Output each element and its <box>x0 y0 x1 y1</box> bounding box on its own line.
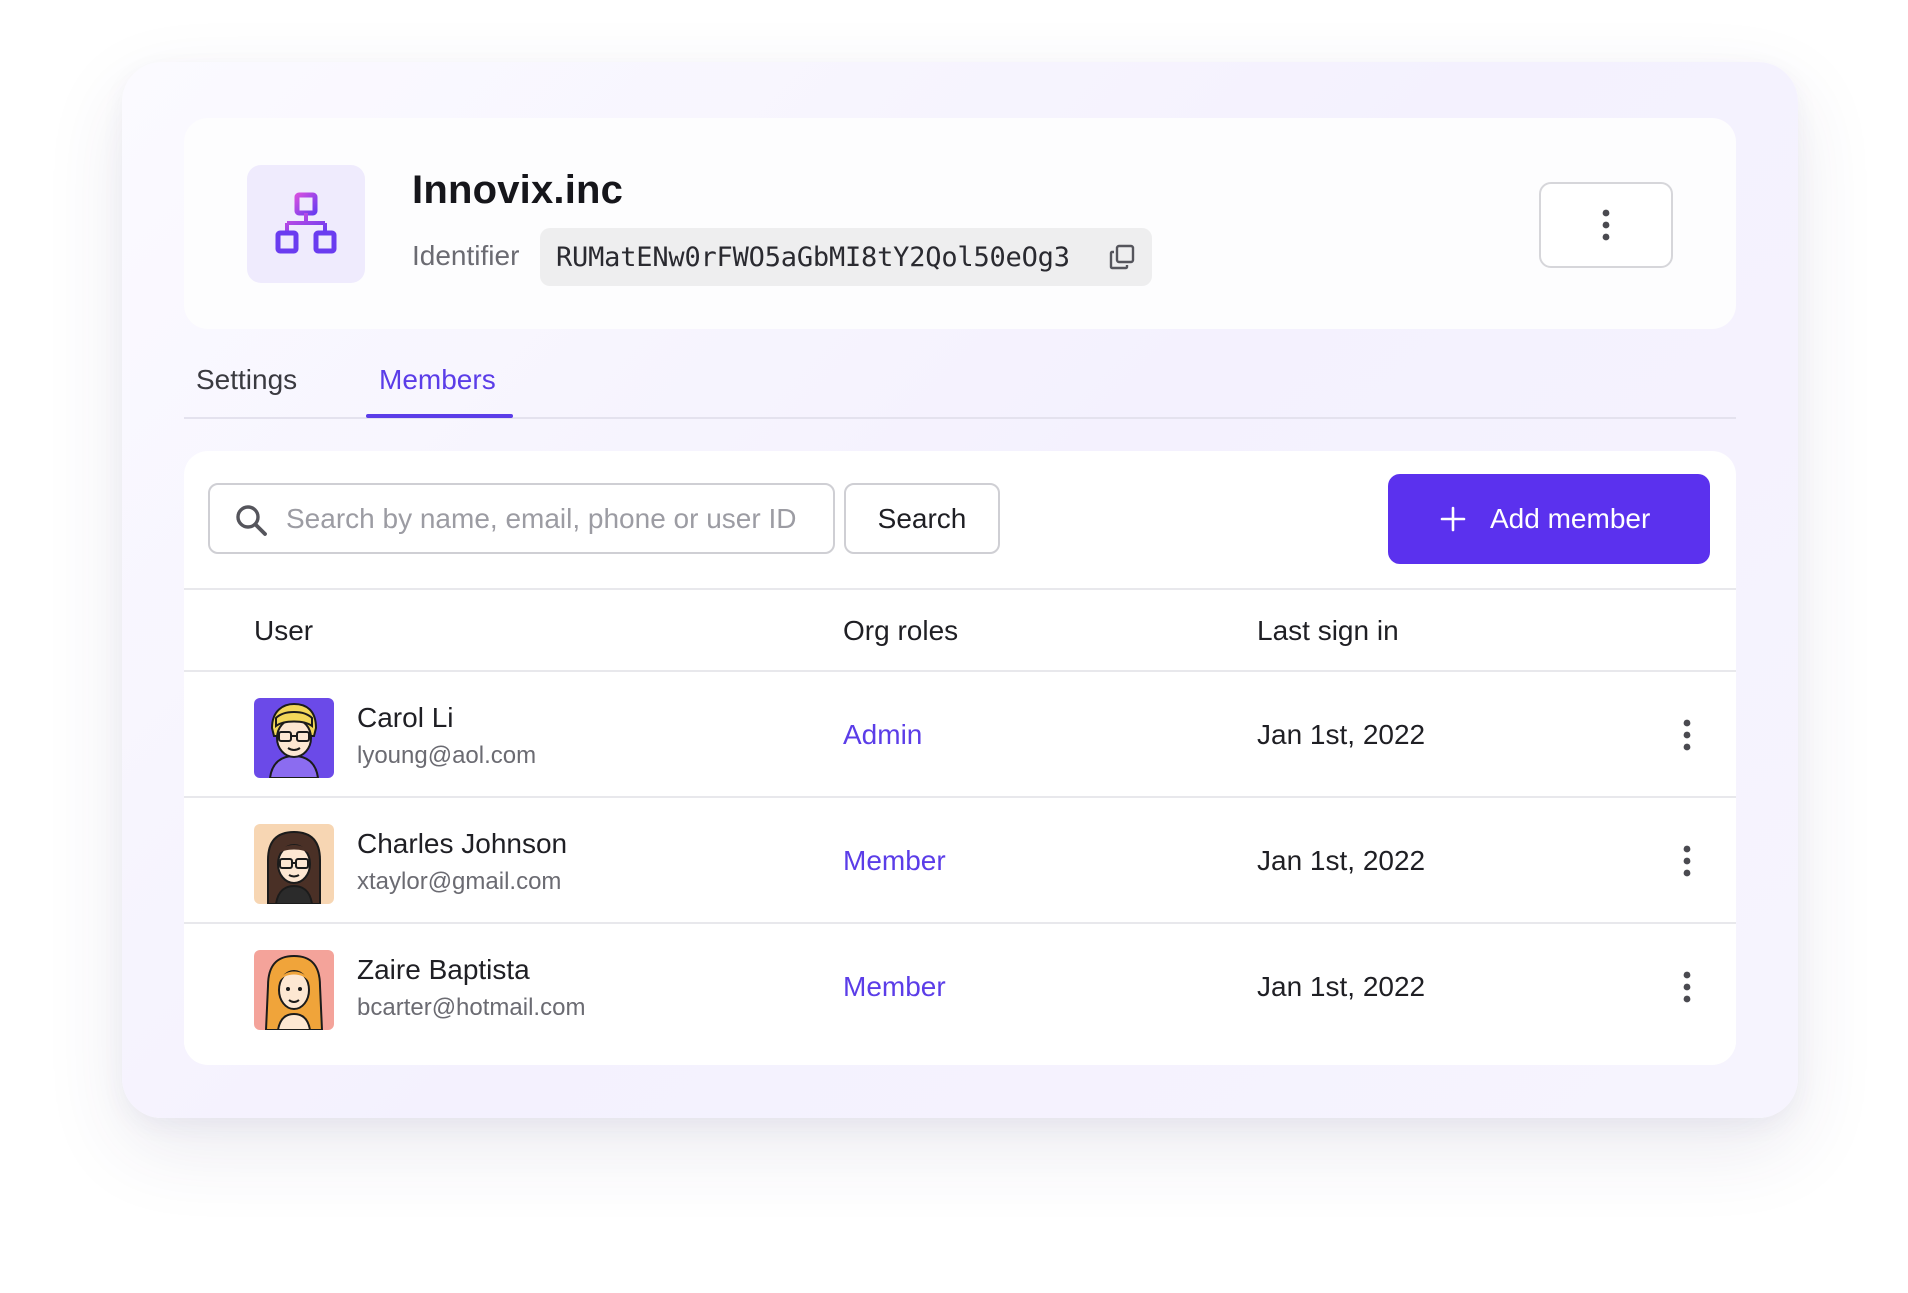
user-name: Zaire Baptista <box>357 954 530 985</box>
org-header: Innovix.inc Identifier RUMatENw0rFWO5aGb… <box>184 118 1736 329</box>
members-panel: Search Add member User Org roles Last si… <box>184 451 1736 1065</box>
search-button[interactable]: Search <box>844 483 1000 554</box>
user-name: Carol Li <box>357 702 454 733</box>
vertical-dots-icon <box>1683 845 1691 877</box>
org-name: Innovix.inc <box>412 168 624 212</box>
row-more-button[interactable] <box>1672 964 1702 1010</box>
plus-icon <box>1440 506 1466 532</box>
table-header: User Org roles Last sign in <box>184 588 1736 672</box>
column-header-last-sign-in[interactable]: Last sign in <box>1257 615 1399 647</box>
user-role[interactable]: Member <box>843 971 946 1003</box>
last-sign-in: Jan 1st, 2022 <box>1257 719 1426 750</box>
organization-card: Innovix.inc Identifier RUMatENw0rFWO5aGb… <box>122 62 1798 1118</box>
user-email: lyoung@aol.com <box>357 742 537 769</box>
active-tab-indicator <box>366 414 513 418</box>
copy-icon[interactable] <box>1108 243 1136 271</box>
table-row[interactable]: Carol Li lyoung@aol.com Admin Jan 1st, 2… <box>184 672 1736 798</box>
search-field[interactable] <box>208 483 835 554</box>
org-more-button[interactable] <box>1539 182 1673 268</box>
avatar <box>254 824 334 904</box>
user-email: bcarter@hotmail.com <box>357 994 586 1021</box>
add-member-button[interactable]: Add member <box>1388 474 1710 564</box>
org-hierarchy-icon <box>247 165 365 283</box>
search-icon <box>236 505 267 536</box>
vertical-dots-icon <box>1683 971 1691 1003</box>
avatar <box>254 698 334 778</box>
avatar <box>254 950 334 1030</box>
identifier-chip: RUMatENw0rFWO5aGbMI8tY2Qol50eOg3 <box>540 228 1152 286</box>
row-more-button[interactable] <box>1672 838 1702 884</box>
vertical-dots-icon <box>1683 719 1691 751</box>
tab-members[interactable]: Members <box>379 364 496 396</box>
user-email: xtaylor@gmail.com <box>357 868 562 895</box>
identifier-label: Identifier <box>412 240 520 271</box>
column-header-user[interactable]: User <box>254 615 313 647</box>
table-row[interactable]: Zaire Baptista bcarter@hotmail.com Membe… <box>184 924 1736 1050</box>
tab-settings[interactable]: Settings <box>196 364 297 396</box>
last-sign-in: Jan 1st, 2022 <box>1257 971 1426 1002</box>
user-name: Charles Johnson <box>357 828 568 859</box>
identifier-value: RUMatENw0rFWO5aGbMI8tY2Qol50eOg3 <box>556 241 1070 273</box>
vertical-dots-icon <box>1602 209 1610 241</box>
row-more-button[interactable] <box>1672 712 1702 758</box>
column-header-org-roles[interactable]: Org roles <box>843 615 958 647</box>
user-role[interactable]: Member <box>843 845 946 877</box>
last-sign-in: Jan 1st, 2022 <box>1257 845 1426 876</box>
table-row[interactable]: Charles Johnson xtaylor@gmail.com Member… <box>184 798 1736 924</box>
search-input[interactable] <box>286 485 826 552</box>
user-role[interactable]: Admin <box>843 719 922 751</box>
add-member-label: Add member <box>1490 503 1651 534</box>
